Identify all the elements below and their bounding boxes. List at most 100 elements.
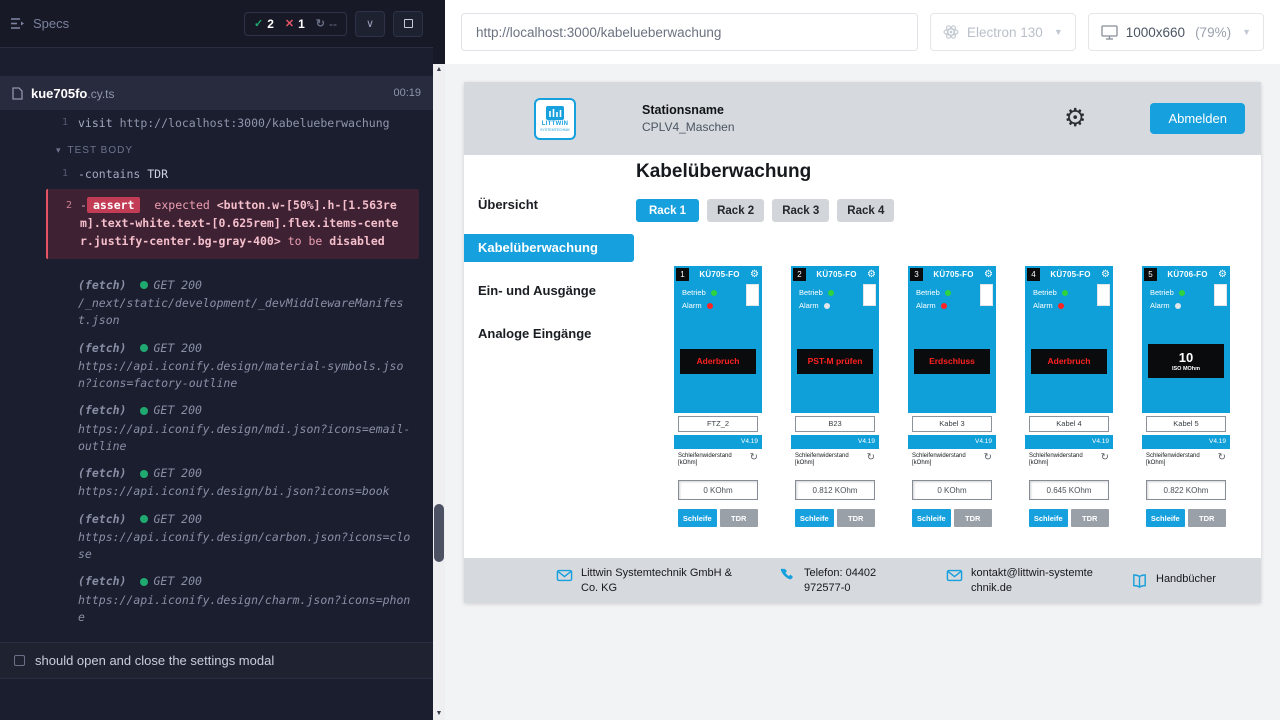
card-model: KÜ706-FO — [1159, 270, 1216, 279]
card-gear-icon[interactable]: ⚙ — [1101, 270, 1110, 280]
betrieb-led — [945, 290, 951, 296]
resistance-value: 0 KOhm — [912, 480, 992, 500]
tdr-button[interactable]: TDR — [1188, 509, 1227, 527]
card-number: 2 — [793, 268, 806, 281]
tdr-button[interactable]: TDR — [1071, 509, 1110, 527]
sidebar-item-kabelueberwachung[interactable]: Kabelüberwachung — [464, 234, 634, 262]
aut-viewport-area: LITTWIN SYSTEMTECHNIK Stationsname CPLV4… — [445, 64, 1280, 720]
refresh-icon[interactable]: ↻ — [984, 453, 992, 463]
reporter-header: Specs ✓2 ✕1 ↻-- ∨ — [0, 0, 433, 48]
footer-email: kontakt@littwin-systemtechnik.de — [946, 566, 1095, 596]
tab-rack-3[interactable]: Rack 3 — [772, 199, 829, 222]
stat-passed: ✓2 — [254, 17, 274, 31]
reporter-scrollbar[interactable]: ▲ ▼ — [433, 64, 445, 720]
station-name: CPLV4_Maschen — [642, 120, 735, 134]
specs-list-icon — [10, 17, 25, 30]
device-card-2: 2KÜ705-FO⚙ Betrieb Alarm PST-M prüfen B2… — [791, 266, 879, 558]
fetch-log-entry[interactable]: (fetch)GET 200 https://api.iconify.desig… — [0, 392, 433, 455]
footer-phone: Telefon: 04402 972577-0 — [779, 566, 910, 596]
device-card-4: 4KÜ705-FO⚙ Betrieb Alarm Aderbruch Kabel… — [1025, 266, 1113, 558]
envelope-icon — [946, 567, 963, 584]
footer-manuals-link[interactable]: Handbücher — [1131, 572, 1216, 590]
scroll-up-arrow[interactable]: ▲ — [433, 64, 445, 76]
check-icon: ✓ — [254, 17, 263, 30]
schleife-button[interactable]: Schleife — [678, 509, 717, 527]
sidebar-item-ein-und-ausgaenge[interactable]: Ein- und Ausgänge — [464, 277, 634, 305]
card-number: 4 — [1027, 268, 1040, 281]
footer-company: Littwin Systemtechnik GmbH & Co. KG — [556, 566, 743, 596]
tab-rack-2[interactable]: Rack 2 — [707, 199, 764, 222]
card-gear-icon[interactable]: ⚙ — [750, 270, 759, 280]
tab-rack-4[interactable]: Rack 4 — [837, 199, 894, 222]
refresh-icon[interactable]: ↻ — [1218, 453, 1226, 463]
viewport-icon — [1101, 25, 1118, 40]
command-contains[interactable]: 1 -contains TDR — [0, 163, 433, 186]
schleife-button[interactable]: Schleife — [1146, 509, 1185, 527]
logout-button[interactable]: Abmelden — [1150, 103, 1245, 134]
command-visit[interactable]: 1 visit http://localhost:3000/kabelueber… — [0, 112, 433, 135]
viewport-select[interactable]: 1000x660 (79%) ▼ — [1088, 13, 1264, 51]
resistance-value: 0 KOhm — [678, 480, 758, 500]
fetch-log-entry[interactable]: (fetch)GET 200 https://api.iconify.desig… — [0, 330, 433, 393]
card-indicator — [746, 284, 759, 306]
stop-icon — [404, 19, 413, 28]
specs-menu-button[interactable]: Specs — [10, 16, 69, 31]
sidebar-item-uebersicht[interactable]: Übersicht — [464, 191, 634, 219]
phone-icon — [779, 567, 796, 584]
status-box: Aderbruch — [1031, 349, 1107, 374]
status-ok-dot — [140, 470, 148, 478]
scrollbar-thumb[interactable] — [434, 504, 444, 562]
device-card-5: 5KÜ706-FO⚙ Betrieb Alarm 10 ISO MOhm — [1142, 266, 1230, 558]
firmware-version: V4.19 — [791, 435, 879, 449]
stop-run-button[interactable] — [393, 11, 423, 37]
firmware-version: V4.19 — [908, 435, 996, 449]
tdr-button[interactable]: TDR — [720, 509, 759, 527]
fetch-log-entry[interactable]: (fetch)GET 200 https://api.iconify.desig… — [0, 455, 433, 501]
fetch-log-entry[interactable]: (fetch)GET 200 /_next/static/development… — [0, 267, 433, 330]
url-input[interactable] — [461, 13, 918, 51]
card-model: KÜ705-FO — [808, 270, 865, 279]
station-label: Stationsname — [642, 103, 735, 117]
refresh-icon[interactable]: ↻ — [867, 453, 875, 463]
chevron-down-icon: ▼ — [1054, 27, 1063, 37]
x-icon: ✕ — [285, 17, 294, 30]
tdr-button[interactable]: TDR — [837, 509, 876, 527]
tab-rack-1[interactable]: Rack 1 — [636, 199, 699, 222]
card-gear-icon[interactable]: ⚙ — [984, 270, 993, 280]
card-gear-icon[interactable]: ⚙ — [1218, 270, 1227, 280]
spec-timer: 00:19 — [393, 87, 421, 99]
schleife-button[interactable]: Schleife — [912, 509, 951, 527]
assert-badge: assert — [87, 197, 141, 213]
fetch-log-entry[interactable]: (fetch)GET 200 https://api.iconify.desig… — [0, 563, 433, 626]
status-ok-dot — [140, 578, 148, 586]
card-number: 3 — [910, 268, 923, 281]
app-sidebar: Übersicht Kabelüberwachung Ein- und Ausg… — [464, 155, 634, 558]
browser-select[interactable]: Electron 130 ▼ — [930, 13, 1076, 51]
fetch-log-entry[interactable]: (fetch)GET 200 https://api.iconify.desig… — [0, 501, 433, 564]
iso-status-box: 10 ISO MOhm — [1148, 344, 1224, 378]
test-body-toggle[interactable]: ▾ TEST BODY — [0, 135, 433, 163]
schleife-button[interactable]: Schleife — [1029, 509, 1068, 527]
collapse-button[interactable]: ∨ — [355, 11, 385, 37]
card-gear-icon[interactable]: ⚙ — [867, 270, 876, 280]
stat-failed: ✕1 — [285, 17, 305, 31]
status-ok-dot — [140, 281, 148, 289]
sidebar-item-analoge-eingaenge[interactable]: Analoge Eingänge — [464, 320, 634, 348]
refresh-icon[interactable]: ↻ — [1101, 453, 1109, 463]
status-ok-dot — [140, 407, 148, 415]
next-test-row[interactable]: should open and close the settings modal — [0, 642, 433, 679]
scroll-down-arrow[interactable]: ▼ — [433, 708, 445, 720]
aut-panel: Electron 130 ▼ 1000x660 (79%) ▼ LITTWIN … — [445, 0, 1280, 720]
test-stats: ✓2 ✕1 ↻-- — [244, 12, 347, 36]
settings-gear-icon[interactable]: ⚙ — [1064, 106, 1086, 131]
tdr-button[interactable]: TDR — [954, 509, 993, 527]
failed-assert-command[interactable]: 2 -assert expected <button.w-[50%].h-[1.… — [46, 189, 419, 258]
chevron-down-icon: ▾ — [56, 145, 62, 156]
schleife-button[interactable]: Schleife — [795, 509, 834, 527]
app-main: Kabelüberwachung Rack 1 Rack 2 Rack 3 Ra… — [634, 155, 1261, 558]
stat-pending: ↻-- — [316, 17, 337, 31]
resistance-value: 0.645 KOhm — [1029, 480, 1109, 500]
spec-bar[interactable]: kue705fo.cy.ts 00:19 — [0, 76, 433, 110]
refresh-icon[interactable]: ↻ — [750, 453, 758, 463]
cypress-reporter: Specs ✓2 ✕1 ↻-- ∨ kue705fo.cy.ts 00:19 — [0, 0, 445, 720]
